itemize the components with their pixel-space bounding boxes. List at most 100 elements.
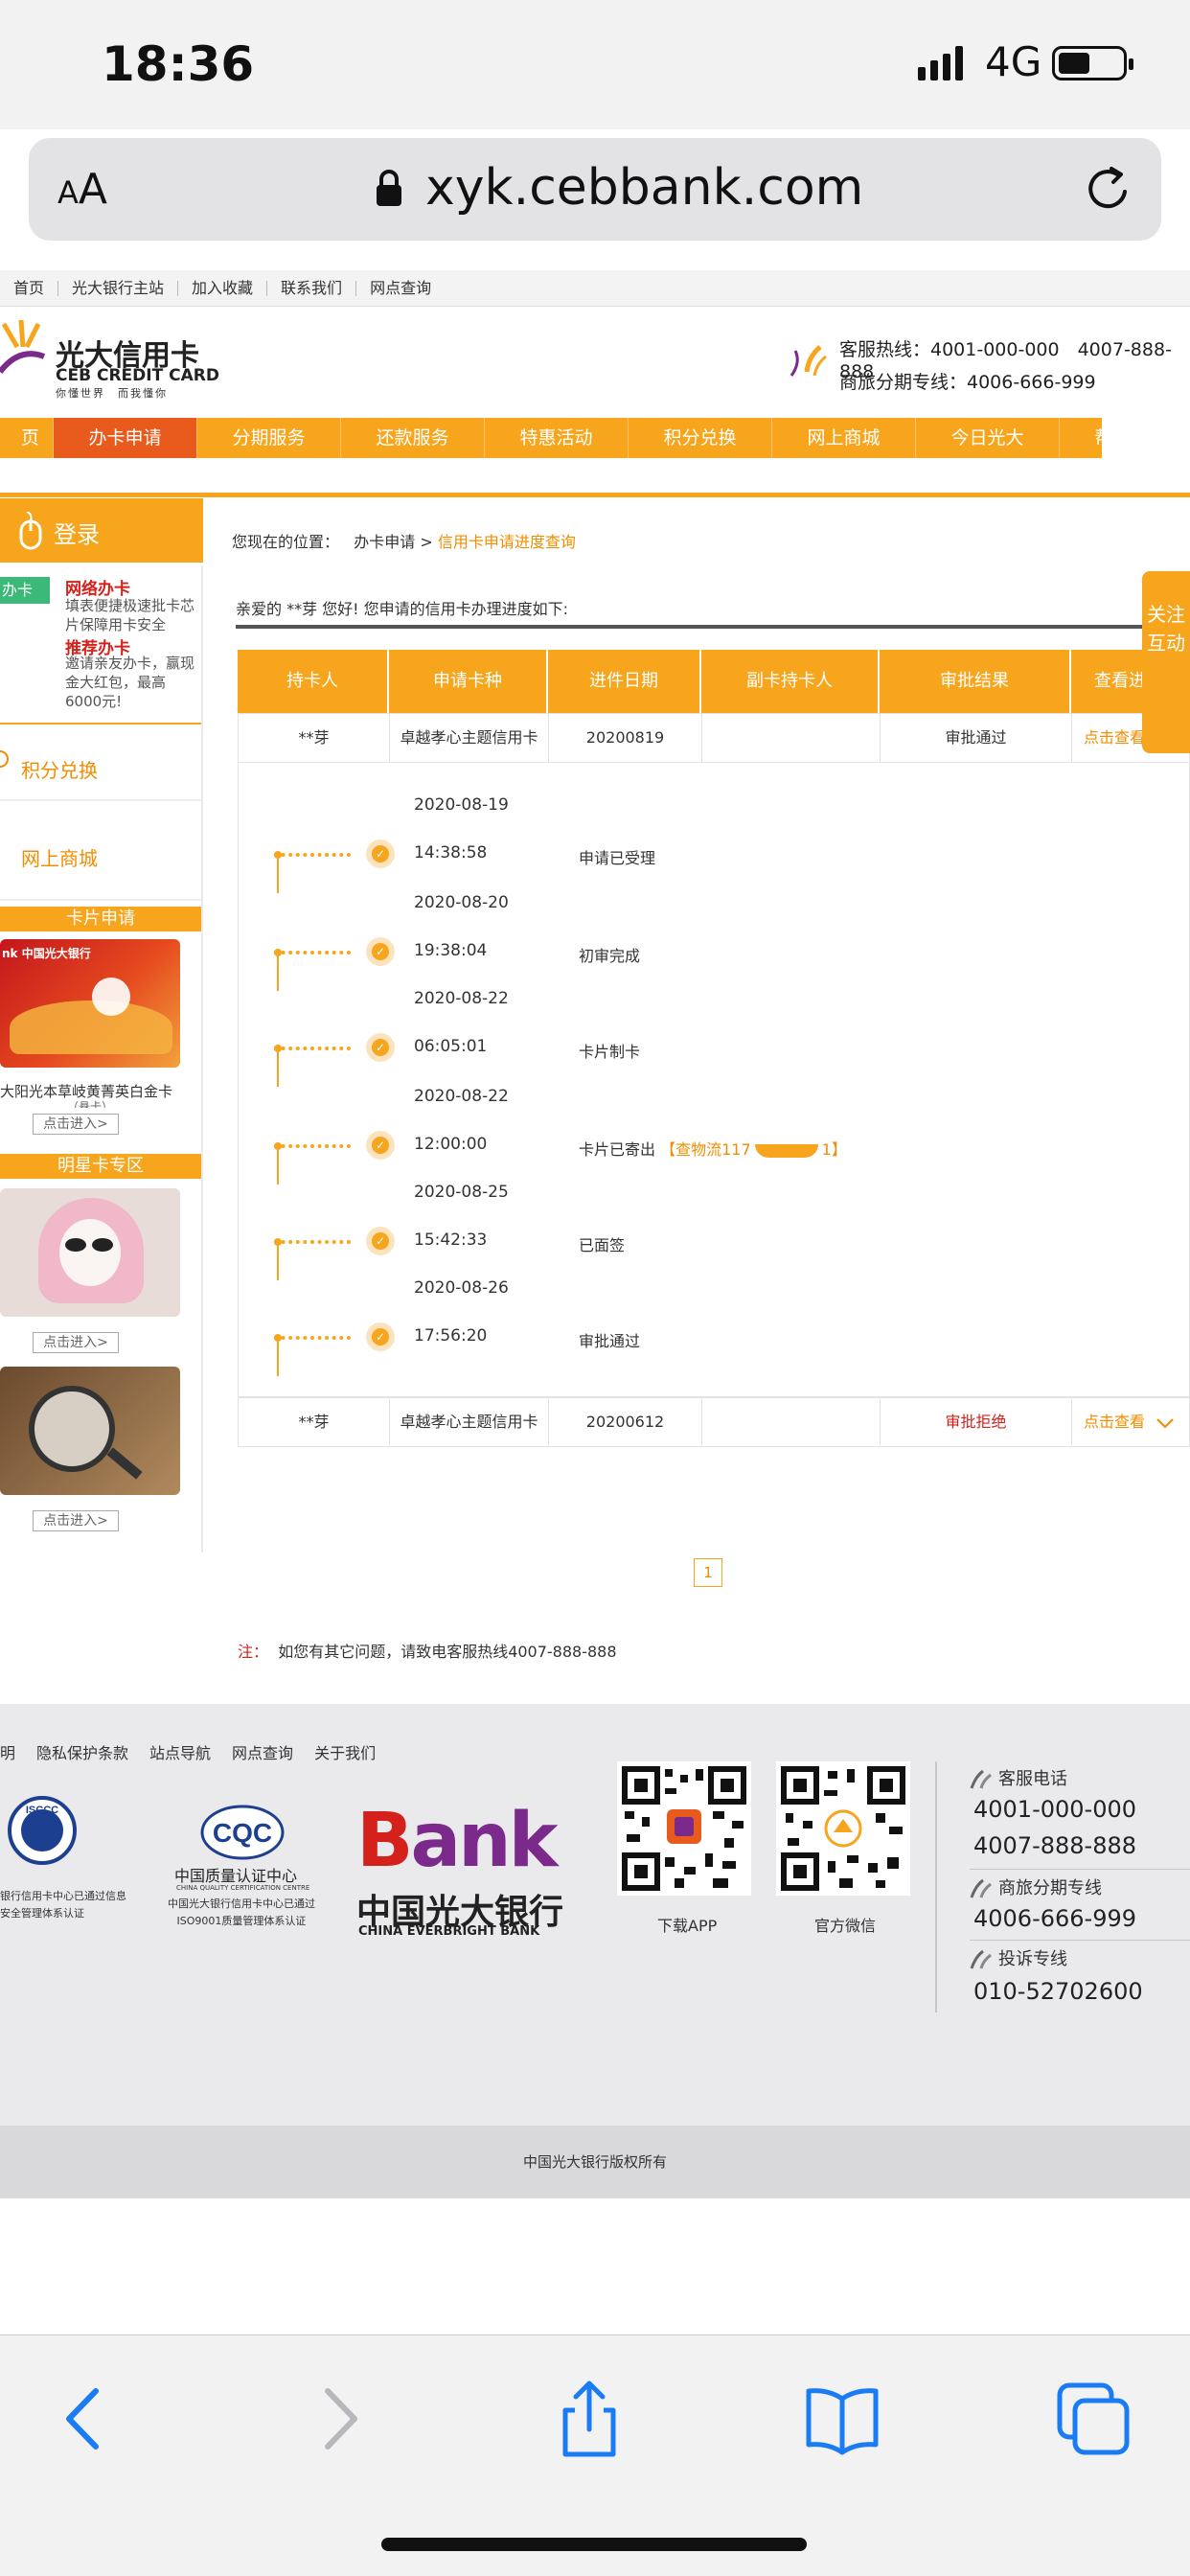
nav-help[interactable]: 帮助中心 — [1060, 418, 1190, 458]
timeline-date: 2020-08-22 — [414, 1087, 509, 1106]
star-card-image-2[interactable] — [0, 1367, 180, 1495]
points-icon — [0, 750, 9, 768]
bank-logo: Bank — [356, 1798, 559, 1884]
complaint-phone[interactable]: 010-52702600 — [973, 1978, 1143, 2005]
qr-code-wechat[interactable] — [776, 1761, 910, 1896]
check-icon: ✓ — [366, 937, 395, 966]
home-indicator[interactable] — [381, 2538, 807, 2551]
reload-icon[interactable] — [1083, 163, 1134, 215]
footer-link-about[interactable]: 关于我们 — [314, 1740, 376, 1763]
footer-link-branches[interactable]: 网点查询 — [232, 1740, 293, 1763]
row-sub-holder — [702, 1398, 881, 1446]
footer-divider — [935, 1761, 937, 2012]
top-link-favorite[interactable]: 加入收藏 — [178, 280, 268, 296]
footer-links: 明 隐私保护条款 站点导航 网点查询 关于我们 — [0, 1740, 397, 1763]
check-icon: ✓ — [366, 840, 395, 868]
sidebar-link-mall[interactable]: 网上商城 — [21, 843, 98, 871]
breadcrumb-card-apply[interactable]: 办卡申请 — [354, 533, 415, 551]
nav-installment[interactable]: 分期服务 — [197, 418, 341, 458]
col-card-type: 申请卡种 — [389, 650, 548, 713]
footer-link-statement[interactable]: 明 — [0, 1740, 15, 1763]
view-progress-label: 点击查看 — [1084, 1413, 1146, 1431]
view-progress-link[interactable]: 点击查看 — [1072, 1398, 1190, 1446]
nav-repayment[interactable]: 还款服务 — [341, 418, 485, 458]
tabs-icon[interactable] — [1050, 2376, 1136, 2462]
qr-code-app[interactable] — [617, 1761, 751, 1896]
timeline-stem — [277, 1242, 279, 1280]
top-link-home[interactable]: 首页 — [0, 280, 59, 296]
svg-text:ISCCC: ISCCC — [26, 1805, 58, 1816]
row-sub-holder — [702, 714, 881, 762]
nav-card-apply[interactable]: 办卡申请 — [54, 418, 197, 458]
svg-text:CQC: CQC — [213, 1818, 272, 1848]
phone-icon — [970, 1769, 992, 1789]
row-card-type: 卓越孝心主题信用卡 — [390, 1398, 549, 1446]
login-label: 登录 — [54, 521, 100, 548]
timeline-event-label: 卡片已寄出 — [579, 1140, 656, 1159]
timeline-connector — [274, 853, 351, 857]
follow-interact-tab[interactable]: 关注互动 — [1142, 571, 1190, 753]
star-card-enter-button-2[interactable]: 点击进入> — [33, 1510, 119, 1531]
col-sub-holder: 副卡持卡人 — [701, 650, 880, 713]
nav-mall[interactable]: 网上商城 — [772, 418, 916, 458]
timeline-time: 19:38:04 — [414, 941, 488, 960]
breadcrumb-prefix: 您现在的位置： — [232, 533, 340, 551]
timeline-stem — [277, 855, 279, 893]
main-nav: 页 办卡申请 分期服务 还款服务 特惠活动 积分兑换 网上商城 今日光大 帮助中… — [0, 418, 1168, 458]
url-text[interactable]: xyk.cebbank.com — [425, 159, 863, 217]
copyright: 中国光大银行版权所有 — [0, 2126, 1190, 2198]
status-time: 18:36 — [102, 36, 255, 92]
timeline-event: 初审完成 — [579, 947, 641, 965]
top-link-branches[interactable]: 网点查询 — [356, 280, 445, 296]
timeline-event: 申请已受理 — [579, 849, 656, 867]
timeline-date: 2020-08-25 — [414, 1183, 509, 1202]
logo-subtitle: CEB CREDIT CARD — [56, 366, 219, 385]
star-card-enter-button-1[interactable]: 点击进入> — [33, 1332, 119, 1353]
nav-points[interactable]: 积分兑换 — [629, 418, 772, 458]
ceb-logo-icon[interactable] — [0, 318, 48, 385]
note-text: 如您有其它问题，请致电客服热线4007-888-888 — [278, 1643, 617, 1661]
share-icon[interactable] — [546, 2376, 632, 2462]
isccc-cert-logo: ISCCC — [8, 1796, 77, 1865]
row-result: 审批拒绝 — [881, 1398, 1072, 1446]
bank-logo-b: B — [356, 1798, 413, 1884]
star-card-image-1[interactable] — [0, 1188, 180, 1317]
check-icon: ✓ — [366, 1322, 395, 1351]
bank-name-en: CHINA EVERBRIGHT BANK — [358, 1924, 540, 1939]
nav-today[interactable]: 今日光大 — [916, 418, 1060, 458]
address-bar[interactable]: AA xyk.cebbank.com — [29, 138, 1161, 241]
timeline-date: 2020-08-20 — [414, 893, 509, 912]
page-1-button[interactable]: 1 — [694, 1558, 722, 1587]
login-button[interactable]: 登录 — [0, 498, 203, 565]
nav-home[interactable]: 页 — [0, 418, 54, 458]
top-link-contact[interactable]: 联系我们 — [267, 280, 357, 296]
track-shipping-link[interactable]: 【查物流117 — [660, 1140, 751, 1159]
greeting-text: 亲爱的 **芽 您好! 您申请的信用卡办理进度如下: — [236, 600, 569, 618]
service-phone-1[interactable]: 4001-000-000 — [973, 1796, 1136, 1823]
footer-link-privacy[interactable]: 隐私保护条款 — [36, 1740, 128, 1763]
forward-icon[interactable] — [293, 2376, 379, 2462]
back-icon[interactable] — [44, 2376, 130, 2462]
bookmarks-icon[interactable] — [799, 2376, 885, 2462]
col-date: 进件日期 — [548, 650, 701, 713]
check-icon: ✓ — [366, 1131, 395, 1160]
timeline-event: 已面签 — [579, 1236, 626, 1254]
chevron-down-icon — [1156, 1417, 1174, 1428]
cqc-cert-text: 中国光大银行信用卡中心已通过ISO9001质量管理体系认证 — [168, 1898, 315, 1927]
apply-tag[interactable]: 办卡 — [0, 577, 50, 604]
breadcrumb-current: 信用卡申请进度查询 — [437, 533, 576, 551]
track-shipping-link-end[interactable]: 1】 — [822, 1140, 847, 1159]
logo-slogan: 你懂世界 而我懂你 — [56, 387, 168, 400]
reader-text-size-button[interactable]: AA — [57, 165, 107, 214]
travel-phone[interactable]: 4006-666-999 — [973, 1905, 1136, 1932]
top-link-main-site[interactable]: 光大银行主站 — [58, 280, 179, 296]
service-phone-label: 客服电话 — [998, 1769, 1067, 1789]
service-phone-2[interactable]: 4007-888-888 — [973, 1832, 1136, 1859]
sidebar-link-points[interactable]: 积分兑换 — [21, 755, 98, 783]
nav-underline — [0, 493, 1190, 497]
credit-card-image[interactable]: nk 中国光大银行 — [0, 939, 180, 1068]
online-apply-desc: 填表便捷极速批卡芯片保障用卡安全 — [65, 597, 195, 633]
footer-link-sitemap[interactable]: 站点导航 — [149, 1740, 211, 1763]
card-enter-button[interactable]: 点击进入> — [33, 1114, 119, 1135]
nav-promotions[interactable]: 特惠活动 — [485, 418, 629, 458]
